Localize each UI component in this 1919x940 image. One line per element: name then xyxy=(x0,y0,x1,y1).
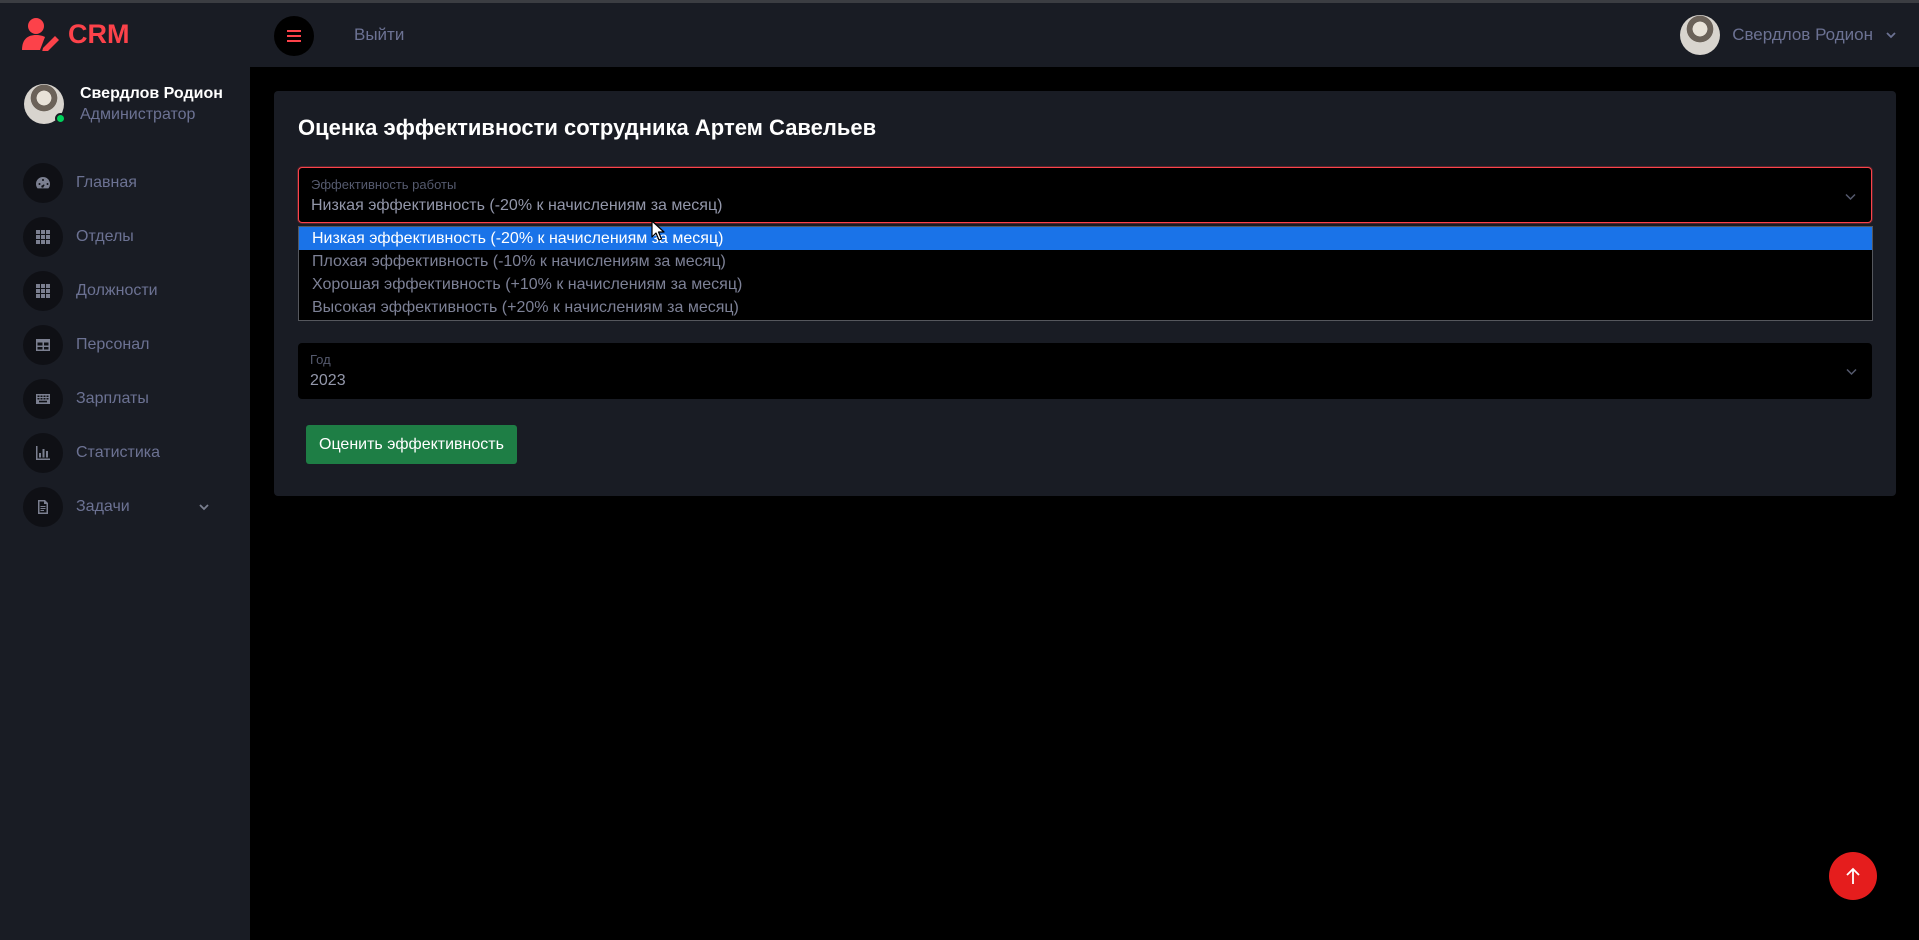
sidebar-item-label: Статистика xyxy=(76,444,161,461)
efficiency-select[interactable]: Эффективность работы Низкая эффективност… xyxy=(298,167,1872,223)
sidebar-item-label: Персонал xyxy=(76,336,150,353)
sidebar-item-tasks[interactable]: Задачи xyxy=(23,480,223,534)
brand-name: CRM xyxy=(68,18,130,49)
user-name: Свердлов Родион xyxy=(1732,25,1873,44)
chevron-down-icon xyxy=(1886,32,1896,39)
year-select[interactable]: Год 2023 xyxy=(298,343,1872,399)
chart-icon xyxy=(23,433,63,473)
keyboard-icon xyxy=(23,379,63,419)
scroll-to-top-button[interactable] xyxy=(1829,852,1877,900)
sidebar-nav: Главная Отделы Должности Персонал Зарпла… xyxy=(23,156,223,534)
efficiency-dropdown-list: Низкая эффективность (-20% к начислениям… xyxy=(298,226,1873,321)
brand-logo[interactable]: CRM xyxy=(22,17,130,51)
dropdown-option[interactable]: Плохая эффективность (-10% к начислениям… xyxy=(299,250,1872,273)
sidebar-item-salaries[interactable]: Зарплаты xyxy=(23,372,223,426)
speedometer-icon xyxy=(23,163,63,203)
sidebar-profile[interactable]: Свердлов Родион Администратор xyxy=(24,83,223,125)
year-select-value: 2023 xyxy=(310,372,346,389)
online-status-dot xyxy=(55,113,66,124)
dropdown-option[interactable]: Высокая эффективность (+20% к начисления… xyxy=(299,296,1872,319)
top-navbar: Выйти Свердлов Родион xyxy=(250,3,1919,67)
sidebar: CRM Свердлов Родион Администратор Главна… xyxy=(0,3,250,940)
hamburger-icon xyxy=(287,30,301,42)
dropdown-option[interactable]: Низкая эффективность (-20% к начислениям… xyxy=(299,227,1872,250)
sidebar-item-label: Зарплаты xyxy=(76,390,149,407)
efficiency-select-label: Эффективность работы xyxy=(311,177,457,192)
sidebar-item-departments[interactable]: Отделы xyxy=(23,210,223,264)
chevron-down-icon xyxy=(199,504,209,511)
sidebar-item-label: Задачи xyxy=(76,498,130,515)
chevron-down-icon xyxy=(1846,368,1857,376)
sidebar-item-label: Главная xyxy=(76,174,137,191)
year-select-label: Год xyxy=(310,352,331,367)
grid-icon xyxy=(23,217,63,257)
table-icon xyxy=(23,325,63,365)
profile-name: Свердлов Родион xyxy=(80,85,223,102)
avatar xyxy=(24,84,66,124)
sidebar-item-label: Отделы xyxy=(76,228,134,245)
sidebar-item-home[interactable]: Главная xyxy=(23,156,223,210)
sidebar-item-statistics[interactable]: Статистика xyxy=(23,426,223,480)
logout-link[interactable]: Выйти xyxy=(354,25,404,45)
sidebar-item-staff[interactable]: Персонал xyxy=(23,318,223,372)
chevron-down-icon xyxy=(1845,193,1856,201)
grid-icon xyxy=(23,271,63,311)
profile-role: Администратор xyxy=(80,106,196,123)
menu-toggle-button[interactable] xyxy=(274,16,314,56)
evaluate-button[interactable]: Оценить эффективность xyxy=(306,425,517,464)
avatar xyxy=(1680,15,1721,55)
dropdown-option[interactable]: Хорошая эффективность (+10% к начисления… xyxy=(299,273,1872,296)
page-title: Оценка эффективности сотрудника Артем Са… xyxy=(298,115,877,140)
arrow-up-icon xyxy=(1846,867,1860,884)
sidebar-item-positions[interactable]: Должности xyxy=(23,264,223,318)
user-edit-icon xyxy=(22,18,59,51)
user-menu[interactable]: Свердлов Родион xyxy=(1680,15,1897,55)
document-icon xyxy=(23,487,63,527)
mouse-cursor-icon xyxy=(651,220,665,241)
sidebar-item-label: Должности xyxy=(76,282,158,299)
efficiency-select-value: Низкая эффективность (-20% к начислениям… xyxy=(311,197,723,214)
